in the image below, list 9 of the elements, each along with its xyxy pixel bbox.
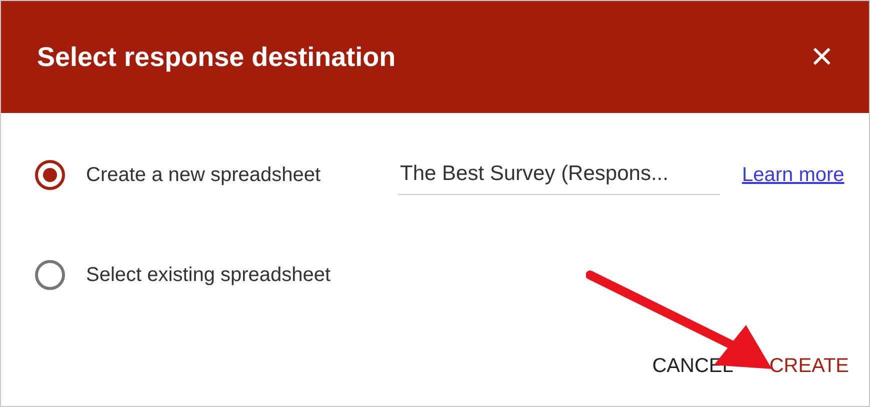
radio-button[interactable] xyxy=(35,260,65,290)
close-button[interactable]: × xyxy=(806,38,837,76)
spreadsheet-name-field[interactable]: The Best Survey (Respons... xyxy=(398,156,720,194)
option-label: Create a new spreadsheet xyxy=(86,164,322,186)
dialog-title: Select response destination xyxy=(37,42,396,72)
learn-more-link[interactable]: Learn more xyxy=(742,164,844,186)
option-label: Select existing spreadsheet xyxy=(86,264,332,286)
radio-button[interactable] xyxy=(35,160,65,190)
create-button[interactable]: CREATE xyxy=(769,355,849,378)
